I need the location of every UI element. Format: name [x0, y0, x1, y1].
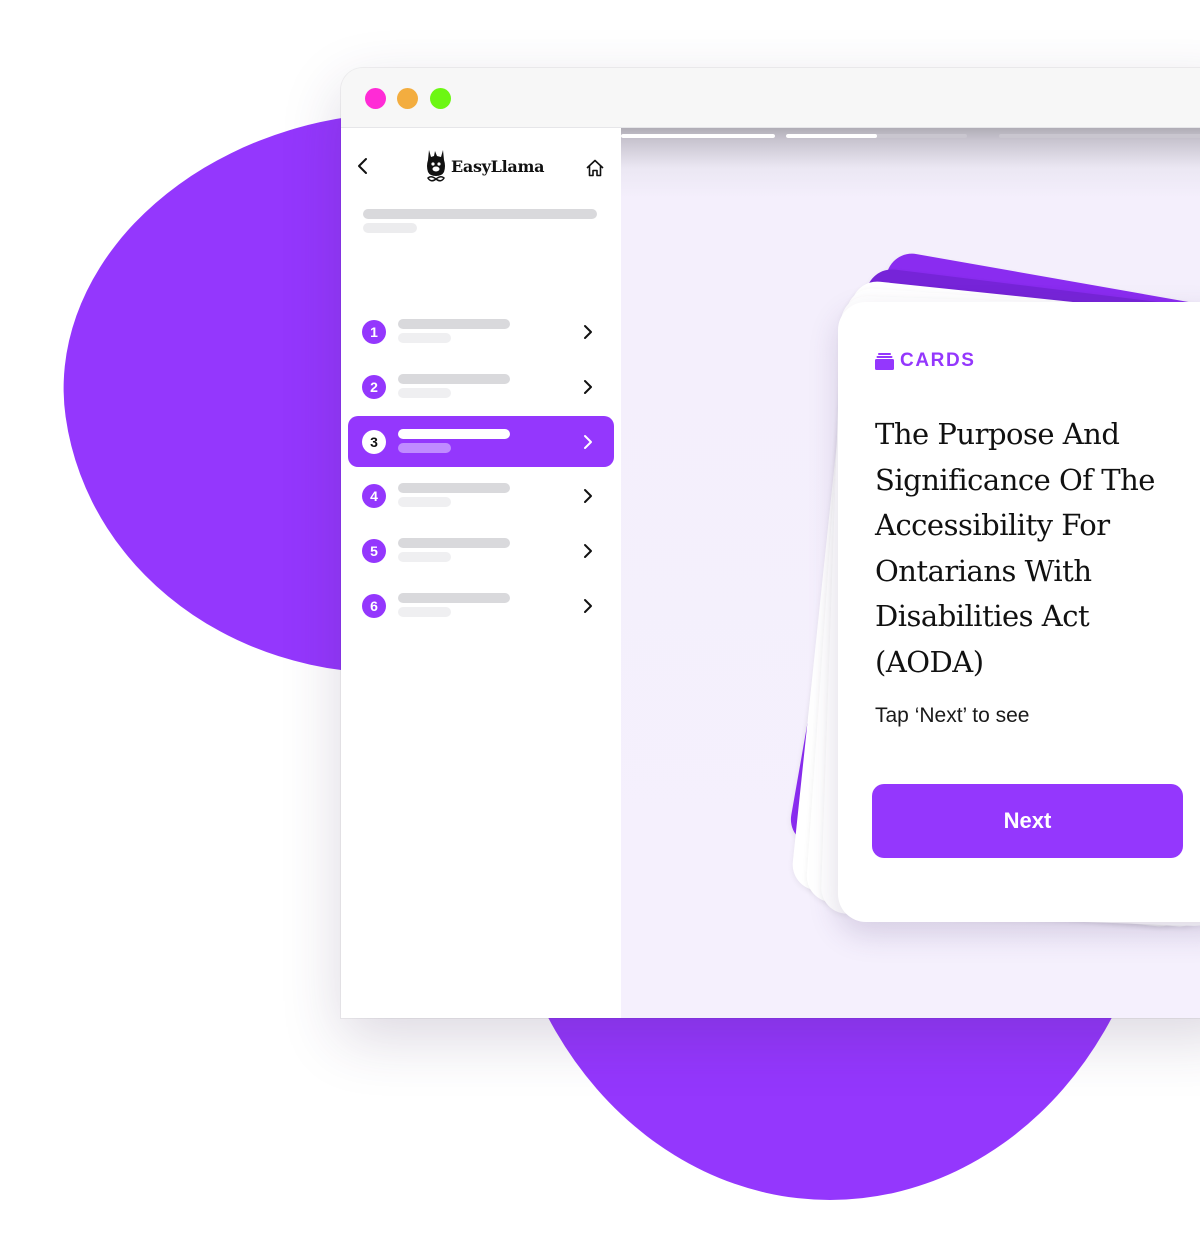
lesson-title-placeholder [398, 483, 510, 494]
lesson-content: CARDS The Purpose And Significance Of Th… [621, 128, 1200, 1018]
home-icon[interactable] [585, 158, 605, 178]
lesson-number-badge: 1 [362, 320, 386, 344]
lesson-number-badge: 6 [362, 593, 386, 618]
maximize-window-button[interactable] [430, 88, 451, 109]
lesson-title-placeholder [398, 373, 510, 384]
chevron-right-icon [584, 544, 592, 559]
card-title: The Purpose And Significance Of The Acce… [875, 417, 1155, 679]
lesson-number-badge: 5 [362, 539, 386, 564]
lesson-title-placeholder [398, 319, 510, 329]
browser-window: EasyLlama 1 2 3 4 5 6 CARDS The Purpose … [341, 68, 1200, 1018]
chevron-right-icon [584, 434, 592, 449]
lesson-meta-placeholder [398, 606, 451, 617]
window-titlebar [341, 68, 1200, 128]
lesson-number-badge: 4 [362, 484, 386, 509]
chevron-right-icon [584, 325, 592, 339]
lesson-item[interactable]: 1 [348, 306, 614, 357]
course-sidebar: EasyLlama 1 2 3 4 5 6 [341, 128, 621, 1018]
easyllama-logo: EasyLlama [425, 148, 544, 184]
lesson-item[interactable]: 5 [348, 525, 614, 576]
flashcard: CARDS The Purpose And Significance Of Th… [838, 302, 1200, 922]
lesson-meta-placeholder [398, 442, 451, 453]
progress-segment-fill [786, 134, 877, 138]
cards-stack-icon [875, 352, 894, 370]
lesson-item[interactable]: 6 [348, 580, 614, 631]
sidebar-header: EasyLlama [341, 128, 621, 204]
course-subtitle-placeholder [363, 223, 417, 233]
lesson-number-badge: 2 [362, 374, 386, 399]
chevron-right-icon [584, 598, 592, 613]
card-type-tag: CARDS [875, 350, 976, 372]
minimize-window-button[interactable] [397, 88, 418, 109]
lesson-progress-bar [621, 134, 1200, 138]
progress-segment [621, 134, 775, 138]
lesson-item-active[interactable]: 3 [348, 415, 614, 467]
lesson-title-placeholder [398, 538, 510, 549]
lesson-meta-placeholder [398, 552, 451, 563]
lesson-meta-placeholder [398, 387, 451, 398]
close-window-button[interactable] [365, 88, 386, 109]
brand-name: EasyLlama [451, 156, 545, 176]
lesson-item[interactable]: 4 [348, 470, 614, 521]
lesson-meta-placeholder [398, 333, 451, 343]
lesson-title-placeholder [398, 428, 510, 439]
lesson-meta-placeholder [398, 497, 451, 508]
lesson-title-placeholder [398, 592, 510, 603]
course-title-placeholder [363, 209, 597, 219]
lesson-number-badge: 3 [362, 429, 386, 454]
progress-segment [999, 134, 1200, 138]
progress-segment-fill [621, 134, 775, 138]
lesson-item[interactable]: 2 [348, 361, 614, 412]
card-type-label: CARDS [900, 350, 976, 371]
next-button[interactable]: Next [872, 784, 1183, 858]
llama-icon [427, 150, 445, 182]
progress-segment [786, 134, 967, 138]
lesson-list: 1 2 3 4 5 6 [348, 306, 614, 635]
chevron-right-icon [584, 379, 592, 394]
card-hint: Tap ‘Next’ to see [875, 704, 1030, 727]
chevron-left-icon[interactable] [355, 156, 371, 176]
chevron-right-icon [584, 489, 592, 504]
